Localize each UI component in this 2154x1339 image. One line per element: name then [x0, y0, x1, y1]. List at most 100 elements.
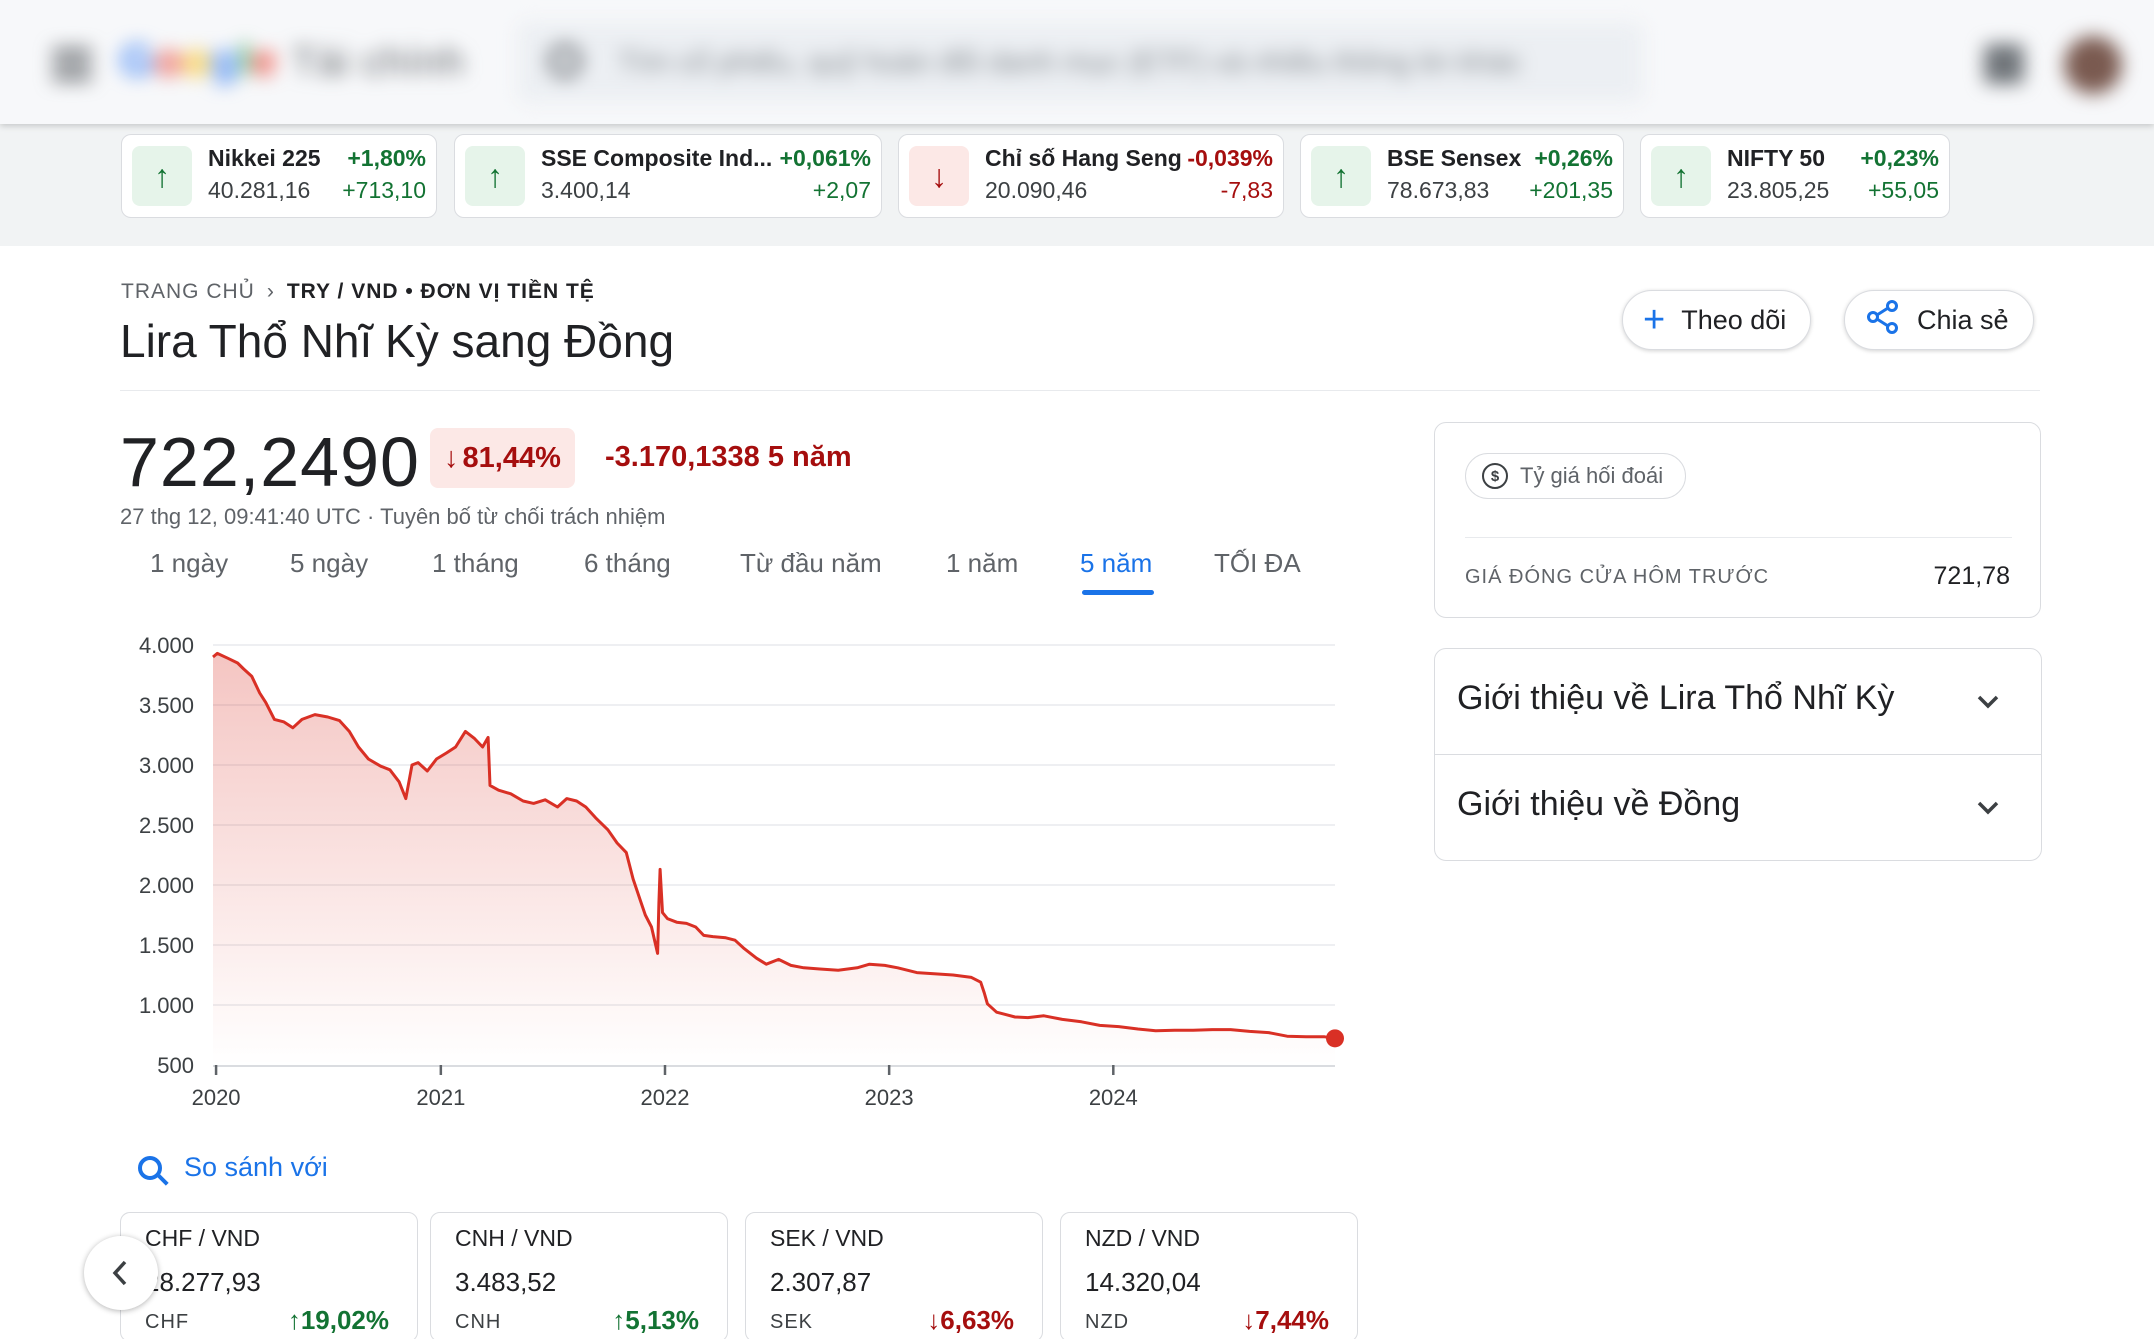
avatar[interactable]	[2064, 36, 2122, 94]
y-tick-label: 1.000	[139, 993, 194, 1018]
panel-divider	[1465, 537, 2012, 538]
current-price: 722,2490	[120, 423, 420, 501]
chevron-down-icon	[1977, 801, 1999, 815]
tab-1-month[interactable]: 1 tháng	[432, 548, 519, 579]
search-placeholder: Tìm cổ phiếu, quỹ hoán đổi danh mục (ETF…	[618, 46, 1522, 79]
search-icon	[138, 1155, 162, 1180]
ticker-pct: +1,80%	[347, 145, 426, 171]
chevron-down-icon	[1977, 695, 1999, 709]
ticker-name: BSE Sensex	[1387, 145, 1522, 171]
y-tick-label: 4.000	[139, 633, 194, 658]
compare-code: SEK	[770, 1311, 814, 1333]
x-tick-label: 2020	[192, 1085, 241, 1110]
tab-max[interactable]: TỐI ĐA	[1214, 548, 1301, 579]
tab-5-years[interactable]: 5 năm	[1080, 548, 1152, 579]
price-chart[interactable]: 500 1.000 1.500 2.000 2.500 3.000 3.500 4.000 2…	[110, 620, 1370, 1120]
arrow-up-icon: ↑	[465, 146, 525, 206]
about-lira-label: Giới thiệu về Lira Thổ Nhĩ Kỳ	[1457, 679, 1895, 717]
compare-value: 2.307,87	[770, 1267, 872, 1297]
exchange-rate-chip[interactable]: $ Tỷ giá hối đoái	[1465, 453, 1687, 499]
ticker-card[interactable]: ↑ NIFTY 50 23.805,25 +0,23% +55,05	[1640, 134, 1950, 218]
ticker-value: 3.400,14	[541, 177, 631, 203]
compare-pct-value: 19,02%	[300, 1305, 389, 1335]
arrow-up-icon: ↑	[1311, 146, 1371, 206]
arrow-up-icon: ↑	[132, 146, 192, 206]
compare-pct-value: 6,63%	[940, 1305, 1014, 1335]
abs-change: -3.170,1338 5 năm	[605, 441, 852, 473]
compare-value: 14.320,04	[1085, 1267, 1201, 1297]
x-tick-label: 2021	[416, 1085, 465, 1110]
tab-6-months[interactable]: 6 tháng	[584, 548, 671, 579]
key-stats-panel: $ Tỷ giá hối đoái GIÁ ĐÓNG CỬA HÔM TRƯỚC …	[1434, 422, 2041, 618]
compare-pct-value: 7,44%	[1255, 1305, 1329, 1335]
share-button[interactable]: Chia sẻ	[1844, 290, 2034, 350]
ticker-value: 23.805,25	[1727, 177, 1830, 203]
follow-button[interactable]: + Theo dõi	[1622, 290, 1812, 350]
ticker-pct: +0,26%	[1534, 145, 1613, 171]
tab-5-days[interactable]: 5 ngày	[290, 548, 368, 579]
ticker-name: Nikkei 225	[208, 145, 321, 171]
arrow-up-icon: ↑	[612, 1305, 626, 1335]
search-input[interactable]: Tìm cổ phiếu, quỹ hoán đổi danh mục (ETF…	[518, 22, 1643, 102]
share-icon	[1865, 299, 1901, 342]
plus-icon: +	[1643, 299, 1666, 341]
ticker-change: +713,10	[342, 177, 426, 203]
compare-value: 28.277,93	[145, 1267, 261, 1297]
compare-card[interactable]: NZD / VND 14.320,04 NZD ↓7,44%	[1060, 1212, 1358, 1339]
breadcrumb-home[interactable]: TRANG CHỦ	[121, 280, 255, 303]
ticker-card[interactable]: ↓ Chỉ số Hang Seng 20.090,46 -0,039% -7,…	[898, 134, 1284, 218]
share-label: Chia sẻ	[1917, 304, 2009, 335]
x-tick-label: 2024	[1089, 1085, 1138, 1110]
about-lira-row[interactable]: Giới thiệu về Lira Thổ Nhĩ Kỳ	[1435, 649, 2041, 755]
ticker-change: +2,07	[812, 177, 871, 203]
about-dong-row[interactable]: Giới thiệu về Đồng	[1435, 755, 2041, 861]
ticker-card[interactable]: ↑ BSE Sensex 78.673,83 +0,26% +201,35	[1300, 134, 1624, 218]
tab-1-day[interactable]: 1 ngày	[150, 548, 228, 579]
arrow-down-icon: ↓	[927, 1305, 941, 1335]
ticker-card[interactable]: ↑ Nikkei 225 40.281,16 +1,80% +713,10	[121, 134, 437, 218]
apps-grid-icon[interactable]	[1984, 44, 2024, 84]
menu-icon[interactable]	[52, 48, 92, 82]
compare-label: So sánh với	[184, 1152, 328, 1182]
chevron-left-icon	[112, 1260, 127, 1286]
market-ticker-strip: ↑ Nikkei 225 40.281,16 +1,80% +713,10 ↑ …	[0, 124, 2154, 246]
ticker-value: 20.090,46	[985, 177, 1088, 203]
compare-button[interactable]: So sánh với	[138, 1152, 328, 1183]
compare-card[interactable]: SEK / VND 2.307,87 SEK ↓6,63%	[745, 1212, 1043, 1339]
compare-card[interactable]: CNH / VND 3.483,52 CNH ↑5,13%	[430, 1212, 728, 1339]
chevron-right-icon: ›	[266, 280, 275, 303]
top-app-bar: Google Tài chính Tìm cổ phiếu, quỹ hoán đ…	[0, 0, 2154, 124]
ticker-name: SSE Composite Ind...	[541, 145, 773, 171]
compare-value: 3.483,52	[455, 1267, 557, 1297]
app-logo[interactable]: Google Tài chính	[120, 36, 465, 86]
y-tick-label: 3.000	[139, 753, 194, 778]
arrow-down-icon: ↓	[909, 146, 969, 206]
arrow-up-icon: ↑	[287, 1305, 301, 1335]
y-tick-label: 3.500	[139, 693, 194, 718]
ticker-name: NIFTY 50	[1727, 145, 1825, 171]
compare-pct-value: 5,13%	[625, 1305, 699, 1335]
breadcrumb-current: TRY / VND • ĐƠN VỊ TIỀN TỆ	[286, 280, 595, 303]
compare-pair: CHF / VND	[145, 1225, 260, 1251]
tab-1-year[interactable]: 1 năm	[946, 548, 1018, 579]
arrow-up-icon: ↑	[1651, 146, 1711, 206]
compare-card[interactable]: CHF / VND 28.277,93 CHF ↑19,02%	[120, 1212, 418, 1339]
ticker-change: -7,83	[1220, 177, 1273, 203]
active-tab-indicator	[1082, 590, 1154, 595]
ticker-card[interactable]: ↑ SSE Composite Ind... 3.400,14 +0,061% …	[454, 134, 882, 218]
y-tick-label: 2.000	[139, 873, 194, 898]
ticker-change: +201,35	[1529, 177, 1613, 203]
compare-pair: SEK / VND	[770, 1225, 884, 1251]
y-tick-label: 1.500	[139, 933, 194, 958]
ticker-pct: +0,061%	[779, 145, 871, 171]
ticker-value: 78.673,83	[1387, 177, 1490, 203]
scroll-left-button[interactable]	[84, 1236, 158, 1310]
prev-close-value: 721,78	[1933, 562, 2010, 590]
chip-label: Tỷ giá hối đoái	[1520, 463, 1664, 488]
currency-icon: $	[1482, 463, 1508, 489]
header-divider	[120, 390, 2040, 391]
prev-close-label: GIÁ ĐÓNG CỬA HÔM TRƯỚC	[1465, 566, 1770, 588]
tab-ytd[interactable]: Từ đầu năm	[740, 548, 882, 579]
chart-last-point	[1326, 1029, 1344, 1048]
compare-code: CNH	[455, 1311, 502, 1333]
